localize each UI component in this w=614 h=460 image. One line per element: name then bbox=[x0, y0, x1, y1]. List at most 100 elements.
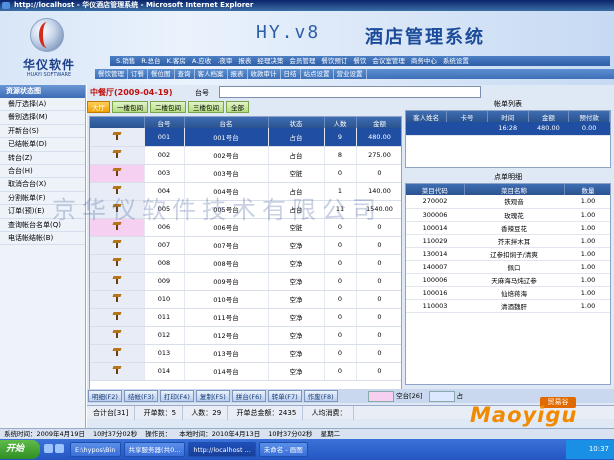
sidebar-item[interactable]: 餐别选择(M) bbox=[0, 111, 85, 125]
bill-list-column-header: 预付款 bbox=[568, 111, 610, 122]
primary-menu-item[interactable]: 餐饮预订 bbox=[318, 56, 350, 66]
taskbar-window-button[interactable]: E:\hypos\Bin bbox=[70, 442, 121, 457]
function-button[interactable]: 复制(F5) bbox=[195, 390, 230, 402]
sidebar-item[interactable]: 合台(H) bbox=[0, 165, 85, 179]
primary-menu-item[interactable]: R.总台 bbox=[138, 56, 163, 66]
function-button[interactable]: 作废(F8) bbox=[303, 390, 338, 402]
primary-menu-item[interactable]: K.客房 bbox=[164, 56, 189, 66]
sidebar-title[interactable]: 资源状态图 bbox=[0, 85, 85, 98]
taskbar: 开始 E:\hypos\Bin 共享服务器(共0... http://localho… bbox=[0, 439, 614, 460]
area-button[interactable]: 大厅 bbox=[87, 101, 110, 113]
function-button[interactable]: 拼台(F6) bbox=[231, 390, 266, 402]
bill-row[interactable]: 16:28 480.00 0.00 bbox=[406, 122, 610, 136]
table-row[interactable]: 013 013号台 空净 0 0 bbox=[90, 344, 401, 363]
table-row[interactable]: 006 006号台 空脏 0 0 bbox=[90, 218, 401, 237]
secondary-menu-item[interactable]: 订餐 bbox=[128, 69, 148, 79]
order-row[interactable]: 100014 香辣豆花 1.00 bbox=[406, 221, 610, 235]
sidebar-item[interactable]: 转台(Z) bbox=[0, 152, 85, 165]
secondary-menu-item[interactable]: 餐位图 bbox=[148, 69, 175, 79]
order-detail-table: 菜目代码 菜目名称 数量 270002 铁观音 1.00 300006 玫瑰花 1.00 100… bbox=[405, 183, 611, 385]
table-cell-status: 空净 bbox=[268, 236, 325, 255]
function-button[interactable]: 结帐(F3) bbox=[123, 390, 158, 402]
order-cell-qty: 1.00 bbox=[564, 195, 610, 209]
order-row[interactable]: 130014 辽参扣焖子/清爽 1.00 bbox=[406, 247, 610, 261]
table-row[interactable]: 012 012号台 空净 0 0 bbox=[90, 326, 401, 345]
table-grid-column-header[interactable]: 台号 bbox=[144, 117, 185, 128]
order-row[interactable]: 100016 仙焙蒋海 1.00 bbox=[406, 286, 610, 300]
table-row[interactable]: 003 003号台 空脏 0 0 bbox=[90, 164, 401, 183]
order-row[interactable]: 110029 芥末拌木耳 1.00 bbox=[406, 234, 610, 248]
order-cell-name: 佩口 bbox=[464, 260, 564, 274]
secondary-menu-item[interactable]: 餐饮管理 bbox=[95, 69, 128, 79]
table-row[interactable]: 008 008号台 空净 0 0 bbox=[90, 254, 401, 273]
order-row[interactable]: 100006 天麻海马炖辽参 1.00 bbox=[406, 273, 610, 287]
primary-menu-item[interactable]: S.销售 bbox=[113, 56, 138, 66]
table-grid-column-header[interactable] bbox=[90, 117, 145, 128]
function-button[interactable]: 打印(F4) bbox=[159, 390, 194, 402]
secondary-menu-item[interactable]: 客人档案 bbox=[195, 69, 228, 79]
table-grid-column-header[interactable]: 台名 bbox=[184, 117, 269, 128]
table-row[interactable]: 002 002号台 占台 8 275.00 bbox=[90, 146, 401, 165]
function-button[interactable]: 明细(F2) bbox=[88, 390, 122, 402]
taskbar-window-button[interactable]: 未命名 - 画图 bbox=[258, 442, 308, 457]
table-row[interactable]: 007 007号台 空净 0 0 bbox=[90, 236, 401, 255]
primary-menu-item[interactable]: .夜审 bbox=[214, 56, 235, 66]
sidebar-item[interactable]: 查询帐台名单(Q) bbox=[0, 219, 85, 232]
taskbar-window-button[interactable]: http://localhost ... bbox=[188, 442, 256, 457]
table-status-cell bbox=[90, 236, 145, 255]
table-status-cell bbox=[90, 344, 145, 363]
order-row[interactable]: 270002 铁观音 1.00 bbox=[406, 195, 610, 209]
sidebar-item[interactable]: 分割帐单(F) bbox=[0, 192, 85, 206]
sidebar-item[interactable]: 开新台(S) bbox=[0, 125, 85, 139]
table-row[interactable]: 009 009号台 空净 0 0 bbox=[90, 272, 401, 291]
primary-menu-item[interactable]: 会员管理 bbox=[286, 56, 318, 66]
primary-menu-item[interactable]: 报表 bbox=[235, 56, 254, 66]
table-grid-column-header[interactable]: 金额 bbox=[356, 117, 401, 128]
secondary-menu-item[interactable]: 日结 bbox=[281, 69, 301, 79]
taskbar-window-button[interactable]: 共享服务器(共0... bbox=[123, 442, 186, 457]
desktop-icon[interactable] bbox=[44, 444, 53, 453]
area-button[interactable]: 三楼包间 bbox=[188, 101, 224, 113]
table-row[interactable]: 014 014号台 空净 0 0 bbox=[90, 362, 401, 381]
sidebar-item[interactable]: 取消合台(X) bbox=[0, 178, 85, 192]
sidebar-item[interactable]: 已结帐单(D) bbox=[0, 138, 85, 152]
order-row[interactable]: 110003 清酒魏肝 1.00 bbox=[406, 299, 610, 313]
table-row[interactable]: 011 011号台 空净 0 0 bbox=[90, 308, 401, 327]
function-button[interactable]: 转单(F7) bbox=[267, 390, 302, 402]
table-status-cell bbox=[90, 326, 145, 345]
table-cell-people: 0 bbox=[324, 218, 357, 237]
primary-menu-item[interactable]: A.应收 bbox=[189, 56, 214, 66]
table-cell-status: 空净 bbox=[268, 362, 325, 381]
primary-menu-item[interactable]: 餐饮 bbox=[350, 56, 369, 66]
primary-menu-item[interactable]: 会议室管理 bbox=[369, 56, 408, 66]
start-button[interactable]: 开始 bbox=[0, 440, 40, 459]
table-row[interactable]: 005 005号台 占台 11 1540.00 bbox=[90, 200, 401, 219]
table-number-input[interactable] bbox=[219, 86, 481, 98]
primary-menu-item[interactable]: 经理决策 bbox=[254, 56, 286, 66]
secondary-menu-item[interactable]: 站点设置 bbox=[301, 69, 334, 79]
area-button[interactable]: 一楼包间 bbox=[112, 101, 148, 113]
order-row[interactable]: 300006 玫瑰花 1.00 bbox=[406, 208, 610, 222]
order-row[interactable]: 140007 佩口 1.00 bbox=[406, 260, 610, 274]
area-button[interactable]: 二楼包间 bbox=[150, 101, 186, 113]
secondary-menu-item[interactable]: 收款审计 bbox=[248, 69, 281, 79]
table-grid-column-header[interactable]: 人数 bbox=[324, 117, 357, 128]
table-row[interactable]: 004 004号台 占台 1 140.00 bbox=[90, 182, 401, 201]
secondary-menu-item[interactable]: 营业设置 bbox=[334, 69, 367, 79]
table-cell-name: 005号台 bbox=[184, 200, 269, 219]
primary-menu-item[interactable]: 商务中心 bbox=[408, 56, 440, 66]
table-cell-name: 008号台 bbox=[184, 254, 269, 273]
sidebar-item[interactable]: 电话帐结帐(B) bbox=[0, 232, 85, 246]
primary-menu-item[interactable]: 系统设置 bbox=[440, 56, 472, 66]
system-status-item: 10时37分02秒 bbox=[268, 430, 313, 438]
browser-icon[interactable] bbox=[55, 444, 64, 453]
secondary-menu-item[interactable]: 查询 bbox=[175, 69, 195, 79]
secondary-menu-item[interactable]: 报表 bbox=[228, 69, 248, 79]
table-cell-no: 002 bbox=[144, 146, 185, 165]
area-button[interactable]: 全部 bbox=[226, 101, 249, 113]
table-row[interactable]: 010 010号台 空净 0 0 bbox=[90, 290, 401, 309]
table-row[interactable]: 001 001号台 占台 9 480.00 bbox=[90, 128, 401, 147]
sidebar-item[interactable]: 餐厅选择(A) bbox=[0, 98, 85, 112]
sidebar-item[interactable]: 订单(预)(E) bbox=[0, 205, 85, 219]
table-grid-column-header[interactable]: 状态 bbox=[268, 117, 325, 128]
